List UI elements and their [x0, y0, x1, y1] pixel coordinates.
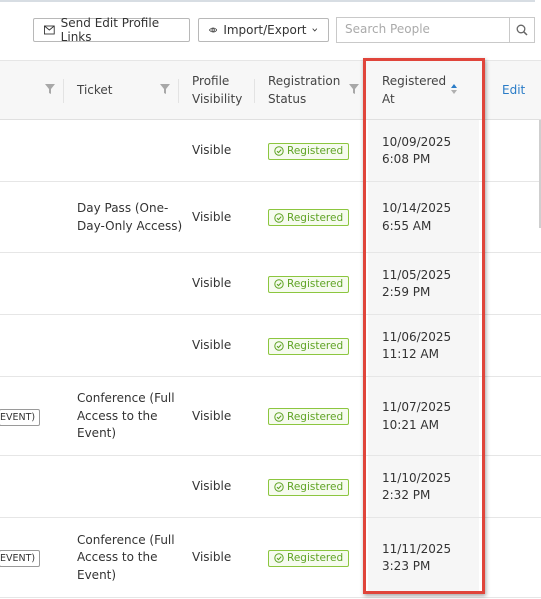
check-circle-icon: [274, 212, 284, 223]
column-separator: [178, 79, 179, 103]
ticket-line: Conference (Full: [77, 391, 175, 406]
check-circle-icon: [274, 411, 284, 422]
check-circle-icon: [274, 146, 284, 156]
status-badge: Registered: [268, 408, 350, 425]
header-ticket: Ticket: [77, 83, 113, 97]
header-registration-status-line1: Registration: [268, 74, 341, 88]
status-badge: Registered: [268, 275, 350, 293]
status-badge-label: Registered: [287, 278, 344, 290]
header-registration-status: Registration Status: [268, 72, 340, 108]
send-edit-profile-links-button[interactable]: Send Edit Profile Links: [33, 16, 190, 44]
status-badge: Registered: [268, 337, 350, 355]
profile-visibility-cell: Visible: [192, 479, 232, 493]
ticket-cell: Day Pass (One- Day-Only Access): [77, 200, 182, 235]
eye-icon: [209, 27, 218, 33]
ticket-cell: Conference (Full Access to the Event): [77, 390, 175, 443]
ticket-line: Access to the: [77, 550, 158, 565]
filter-icon[interactable]: [45, 84, 55, 94]
ticket-line: Access to the: [77, 408, 158, 423]
filter-icon[interactable]: [160, 84, 170, 94]
profile-visibility-cell: Visible: [192, 143, 232, 157]
status-badge-label: Registered: [287, 211, 344, 224]
header-registration-status-line2: Status: [268, 92, 307, 106]
status-badge-label: Registered: [287, 481, 344, 493]
status-badge-label: Registered: [287, 340, 344, 352]
check-circle-icon: [274, 279, 284, 289]
check-circle-icon: [274, 482, 284, 492]
profile-visibility-cell: Visible: [192, 550, 232, 564]
profile-visibility-cell: Visible: [192, 276, 232, 290]
chevron-down-icon: [312, 28, 318, 32]
ticket-line: Day-Only Access): [77, 218, 183, 233]
profile-visibility-cell: Visible: [192, 209, 232, 224]
highlight-box: [363, 58, 485, 594]
send-edit-profile-links-label: Send Edit Profile Links: [60, 16, 160, 44]
status-badge-label: Registered: [287, 410, 344, 423]
ticket-cell: Conference (Full Access to the Event): [77, 532, 175, 585]
edit-columns-link[interactable]: Edit: [502, 83, 525, 97]
status-badge: Registered: [268, 478, 350, 496]
status-badge: Registered: [268, 549, 350, 567]
profile-visibility-cell: Visible: [192, 408, 232, 423]
search-button[interactable]: [509, 17, 535, 43]
status-badge-label: Registered: [287, 145, 344, 157]
filter-icon[interactable]: [349, 84, 359, 94]
check-circle-icon: [274, 553, 284, 563]
mail-icon: [44, 25, 55, 35]
header-profile-visibility: Profile Visibility: [192, 72, 242, 108]
ticket-type-chip: EVENT): [0, 408, 41, 426]
column-separator: [254, 79, 255, 103]
ticket-type-chip: EVENT): [0, 550, 41, 567]
toolbar: Send Edit Profile Links Import/Export Se…: [0, 12, 541, 50]
import-export-dropdown[interactable]: Import/Export: [198, 18, 329, 42]
header-profile-visibility-line1: Profile: [192, 74, 230, 88]
column-separator: [63, 79, 64, 103]
ticket-line: Day Pass (One-: [77, 201, 169, 215]
search-input[interactable]: Search People: [336, 17, 510, 43]
status-badge-label: Registered: [287, 552, 344, 564]
header-profile-visibility-line2: Visibility: [192, 92, 243, 106]
ticket-line: Event): [77, 567, 117, 582]
search-icon: [516, 24, 528, 36]
status-badge: Registered: [268, 209, 350, 226]
import-export-label: Import/Export: [223, 23, 307, 37]
top-divider: [0, 0, 535, 2]
check-circle-icon: [274, 341, 284, 351]
status-badge: Registered: [268, 142, 350, 160]
ticket-line: Event): [77, 426, 117, 441]
ticket-line: Conference (Full: [77, 532, 175, 547]
profile-visibility-cell: Visible: [192, 338, 232, 352]
